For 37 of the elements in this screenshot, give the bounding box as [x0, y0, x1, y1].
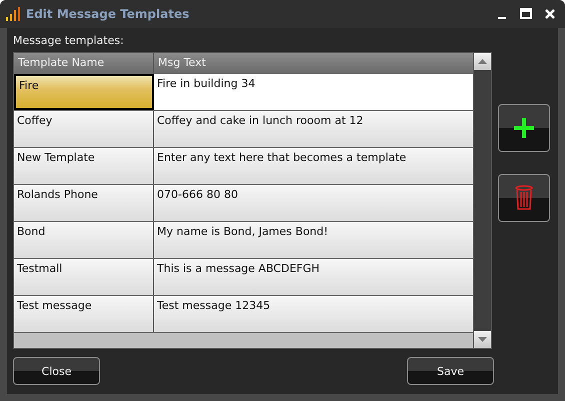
table-cell: Fire in building 34: [154, 74, 473, 110]
table-cell: New Template: [14, 148, 154, 184]
delete-button[interactable]: [498, 174, 550, 222]
table-row[interactable]: Fire Fire in building 34: [14, 74, 473, 111]
table-cell: Fire: [14, 74, 154, 110]
bar-chart-icon: [6, 7, 20, 21]
trash-icon: [515, 185, 533, 211]
add-button[interactable]: [498, 104, 550, 152]
table-cell: Testmall: [14, 259, 154, 295]
close-button[interactable]: Close: [13, 357, 100, 385]
maximize-icon[interactable]: [517, 7, 535, 21]
templates-label: Message templates:: [13, 34, 125, 47]
table-row[interactable]: Rolands Phone 070-666 80 80: [14, 185, 473, 222]
table-cell: Test message 12345: [154, 296, 473, 332]
save-button[interactable]: Save: [407, 357, 494, 385]
table-row[interactable]: Testmall This is a message ABCDEFGH: [14, 259, 473, 296]
scrollbar[interactable]: [473, 53, 491, 348]
table-row[interactable]: New Template Enter any text here that becomes a template: [14, 148, 473, 185]
table-row[interactable]: Coffey Coffey and cake in lunch rooom at 12: [14, 111, 473, 148]
table-cell: Test message: [14, 296, 154, 332]
table-row[interactable]: Bond My name is Bond, James Bond!: [14, 222, 473, 259]
table-cell: Rolands Phone: [14, 185, 154, 221]
table-row[interactable]: Test message Test message 12345: [14, 296, 473, 333]
column-header[interactable]: Msg Text: [154, 53, 473, 74]
table-cell: Bond: [14, 222, 154, 258]
window-title: Edit Message Templates: [26, 7, 190, 21]
scroll-up-button[interactable]: [474, 53, 491, 70]
triangle-down-icon: [478, 337, 487, 342]
table-cell: This is a message ABCDEFGH: [154, 259, 473, 295]
table-cell: My name is Bond, James Bond!: [154, 222, 473, 258]
triangle-up-icon: [478, 59, 487, 64]
scroll-down-button[interactable]: [474, 331, 491, 348]
plus-icon: [514, 118, 534, 138]
table-cell: Coffey: [14, 111, 154, 147]
table-cell: Enter any text here that becomes a template: [154, 148, 473, 184]
table-cell: Coffey and cake in lunch rooom at 12: [154, 111, 473, 147]
table-cell: 070-666 80 80: [154, 185, 473, 221]
